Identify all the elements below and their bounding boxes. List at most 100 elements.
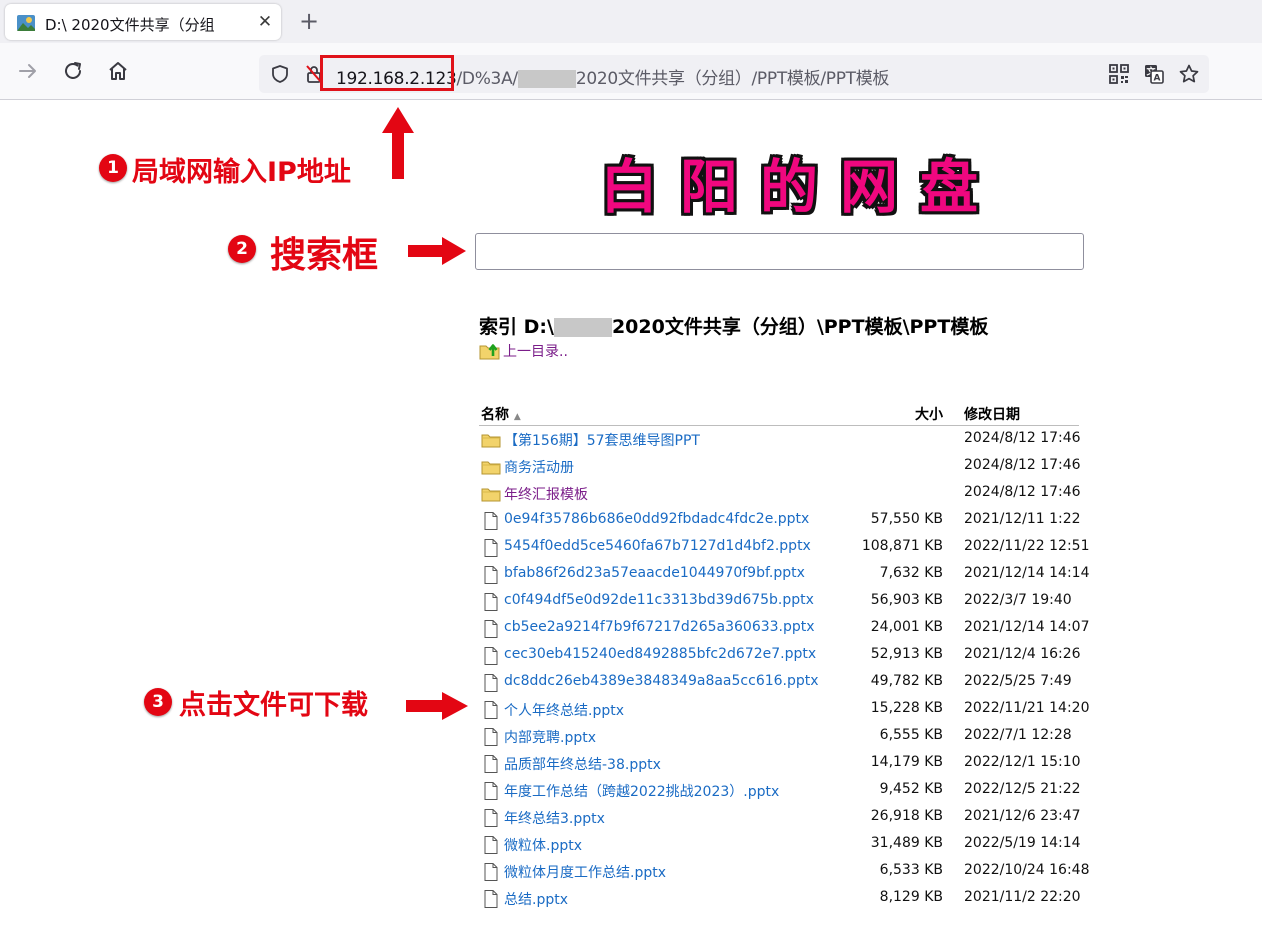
file-icon [481,754,501,774]
folder-row: 商务活动册 2024/8/12 17:46 [479,453,1081,480]
modified-date: 2024/8/12 17:46 [964,457,1081,473]
shield-icon[interactable] [270,64,290,84]
file-icon [481,781,501,801]
bookmark-star-icon[interactable] [1178,63,1200,85]
file-row: 年终总结3.pptx 26,918 KB 2021/12/6 23:47 [479,804,1081,831]
sort-asc-icon: ▲ [513,412,521,422]
file-link[interactable]: 微粒体月度工作总结.pptx [504,862,666,882]
file-icon [481,538,501,558]
annotation-badge-3: 3 [144,688,172,716]
file-link[interactable]: 品质部年终总结-38.pptx [504,754,661,774]
site-banner-title: 白阳的网盘 [600,153,1001,221]
file-link[interactable]: 5454f0edd5ce5460fa67b7127d1d4bf2.pptx [504,538,811,554]
file-icon [481,511,501,531]
index-title-prefix: 索引 D:\ [479,316,554,338]
file-icon [481,673,501,693]
file-link[interactable]: 总结.pptx [504,889,568,909]
file-size: 108,871 KB [861,538,943,554]
modified-date: 2024/8/12 17:46 [964,430,1081,446]
file-size: 56,903 KB [870,592,943,608]
modified-date: 2022/5/19 14:14 [964,835,1081,851]
forward-icon[interactable] [16,59,40,83]
file-link[interactable]: 个人年终总结.pptx [504,700,624,720]
file-row: 微粒体月度工作总结.pptx 6,533 KB 2022/10/24 16:48 [479,858,1090,885]
reload-icon[interactable] [61,59,85,83]
file-icon [481,619,501,639]
file-link[interactable]: cb5ee2a9214f7b9f67217d265a360633.pptx [504,619,815,635]
file-row: 品质部年终总结-38.pptx 14,179 KB 2022/12/1 15:10 [479,750,1081,777]
translate-icon[interactable]: 文 A [1143,63,1165,85]
folder-up-icon [479,344,500,360]
file-icon [481,646,501,666]
new-tab-button[interactable]: + [298,8,320,34]
file-icon [481,727,501,747]
address-bar[interactable]: 192.168.2.123/D%3A/2020文件共享（分组）/PPT模板/PP… [259,55,1209,93]
navigation-toolbar: 192.168.2.123/D%3A/2020文件共享（分组）/PPT模板/PP… [0,43,1262,100]
file-row: dc8ddc26eb4389e3848349a8aa5cc616.pptx 49,… [479,669,1079,696]
file-row: 0e94f35786b686e0dd92fbdadc4fdc2e.pptx 57,… [479,507,1081,534]
annotation-arrow-up-icon [382,107,414,179]
table-header: 名称 ▲ 大小 修改日期 [479,400,1079,426]
file-link[interactable]: 年度工作总结（跨越2022挑战2023）.pptx [504,781,779,801]
parent-directory-link[interactable]: 上一目录.. [479,341,568,361]
file-icon [481,835,501,855]
annotation-badge-1: 1 [99,154,127,182]
modified-date: 2021/12/11 1:22 [964,511,1081,527]
file-row: cec30eb415240ed8492885bfc2d672e7.pptx 52,… [479,642,1081,669]
file-link[interactable]: 0e94f35786b686e0dd92fbdadc4fdc2e.pptx [504,511,809,527]
directory-index-title: 索引 D:\ 2020文件共享（分组）\PPT模板\PPT模板 [479,312,988,339]
modified-date: 2022/12/1 15:10 [964,754,1081,770]
file-size: 26,918 KB [870,808,943,824]
url-path-b: 2020文件共享（分组）/PPT模板/PPT模板 [575,69,890,89]
folder-row: 【第156期】57套思维导图PPT 2024/8/12 17:46 [479,426,1081,453]
svg-text:A: A [1154,74,1161,84]
file-link[interactable]: dc8ddc26eb4389e3848349a8aa5cc616.pptx [504,673,819,689]
url-path-a: /D%3A/ [456,69,518,89]
column-header-date[interactable]: 修改日期 [964,404,1020,424]
annotation-text-3: 点击文件可下载 [179,690,368,721]
column-header-name[interactable]: 名称 ▲ [481,404,521,424]
favicon-icon [17,15,35,31]
annotation-arrow-right-icon [408,237,466,265]
ip-highlight-box [320,55,454,91]
file-size: 57,550 KB [870,511,943,527]
qr-code-icon[interactable] [1108,63,1130,85]
file-link[interactable]: 内部竞聘.pptx [504,727,596,747]
folder-link[interactable]: 年终汇报模板 [504,484,588,504]
file-row: 5454f0edd5ce5460fa67b7127d1d4bf2.pptx 108… [479,534,1090,561]
file-link[interactable]: bfab86f26d23a57eaacde1044970f9bf.pptx [504,565,805,581]
file-link[interactable]: 年终总结3.pptx [504,808,605,828]
file-link[interactable]: 微粒体.pptx [504,835,582,855]
column-header-size[interactable]: 大小 [915,404,943,424]
file-icon [481,889,501,909]
browser-tab[interactable]: D:\ 2020文件共享（分组 ✕ [5,4,281,40]
file-row: 内部竞聘.pptx 6,555 KB 2022/7/1 12:28 [479,723,1079,750]
file-row: cb5ee2a9214f7b9f67217d265a360633.pptx 24,… [479,615,1090,642]
tab-title: D:\ 2020文件共享（分组 [45,16,215,34]
file-size: 6,533 KB [879,862,943,878]
file-link[interactable]: c0f494df5e0d92de11c3313bd39d675b.pptx [504,592,814,608]
file-size: 31,489 KB [870,835,943,851]
modified-date: 2022/10/24 16:48 [964,862,1090,878]
redacted-block [517,70,576,88]
file-row: 年度工作总结（跨越2022挑战2023）.pptx 9,452 KB 2022/12… [479,777,1081,804]
modified-date: 2021/12/6 23:47 [964,808,1081,824]
file-row: 微粒体.pptx 31,489 KB 2022/5/19 14:14 [479,831,1081,858]
file-icon [481,565,501,585]
folder-link[interactable]: 【第156期】57套思维导图PPT [504,430,700,450]
file-row: 个人年终总结.pptx 15,228 KB 2022/11/21 14:20 [479,696,1090,723]
tab-close-icon[interactable]: ✕ [255,12,275,32]
redacted-block [553,318,612,337]
file-row: 总结.pptx 8,129 KB 2021/11/2 22:20 [479,885,1081,912]
annotation-text-1: 局域网输入IP地址 [132,157,351,188]
folder-icon [481,484,501,504]
modified-date: 2022/11/22 12:51 [964,538,1090,554]
folder-link[interactable]: 商务活动册 [504,457,574,477]
modified-date: 2024/8/12 17:46 [964,484,1081,500]
search-input[interactable] [475,233,1084,270]
file-size: 14,179 KB [870,754,943,770]
home-icon[interactable] [106,59,130,83]
modified-date: 2021/12/14 14:07 [964,619,1090,635]
file-size: 49,782 KB [870,673,943,689]
file-link[interactable]: cec30eb415240ed8492885bfc2d672e7.pptx [504,646,816,662]
